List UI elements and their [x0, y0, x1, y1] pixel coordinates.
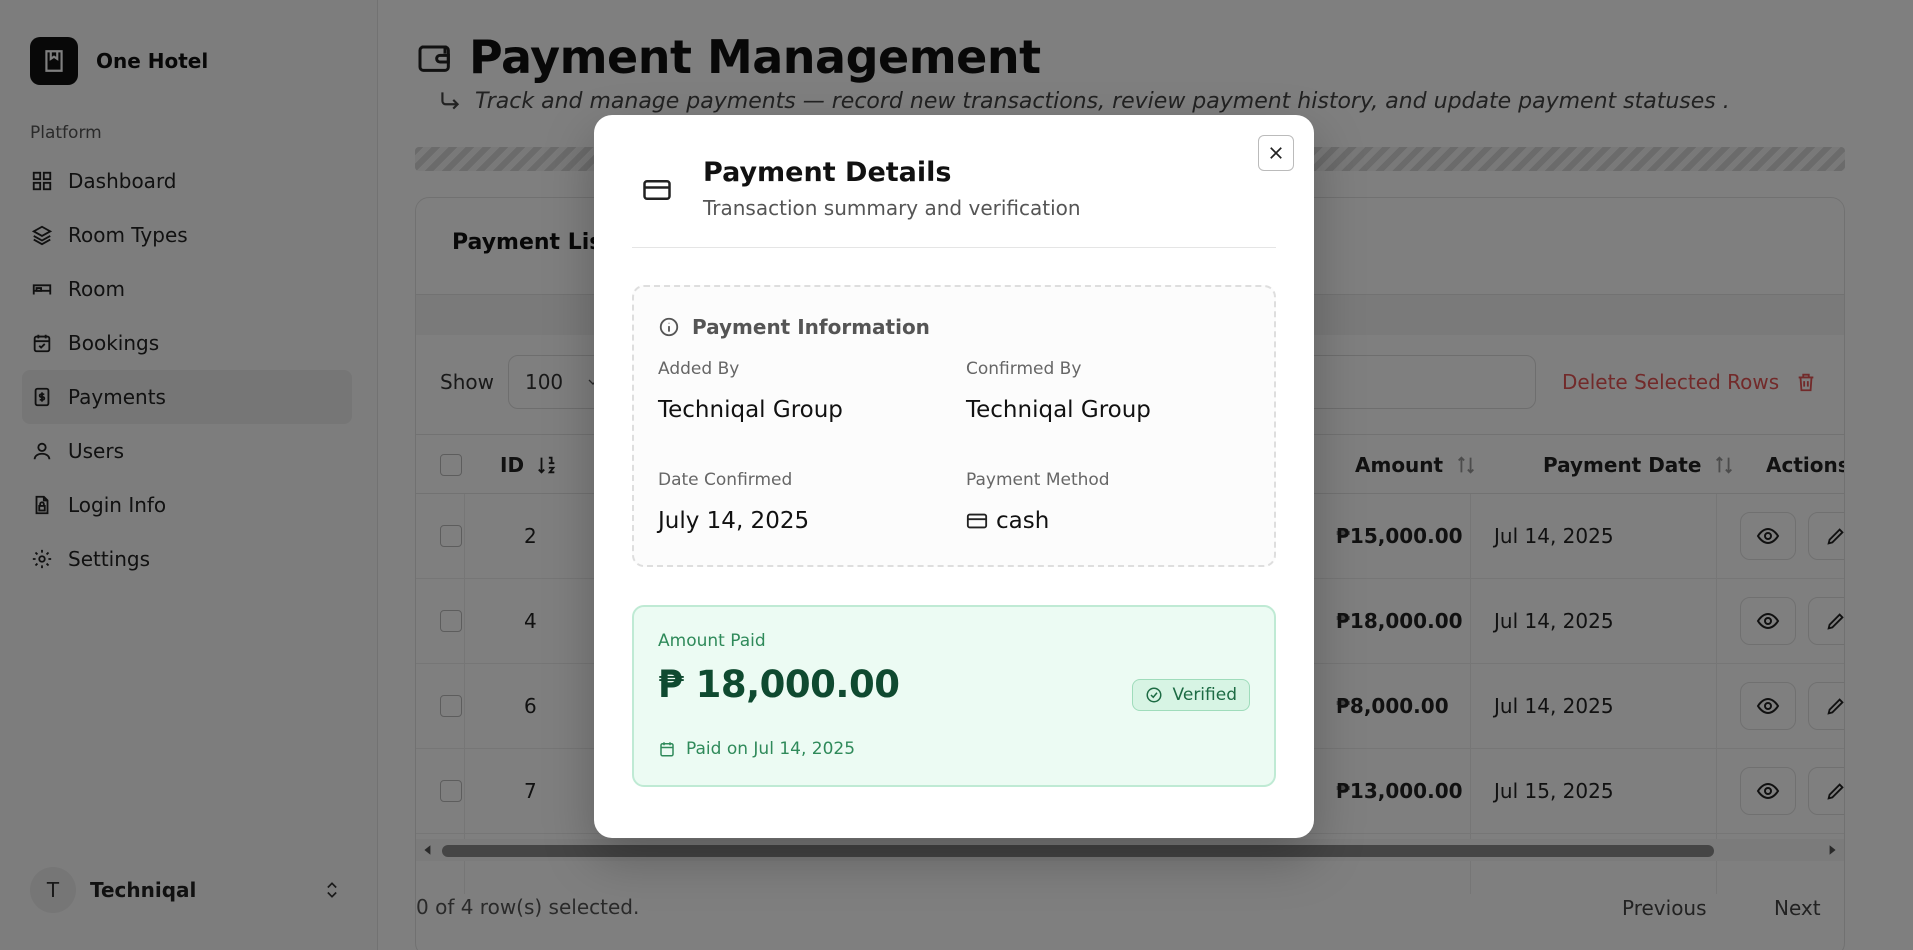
- divider: [632, 247, 1276, 248]
- payment-method-label: Payment Method: [966, 470, 1110, 490]
- payment-method-text: cash: [996, 508, 1050, 534]
- close-button[interactable]: [1258, 135, 1294, 171]
- confirmed-by-label: Confirmed By: [966, 359, 1082, 379]
- amount-paid-value: ₱ 18,000.00: [658, 663, 900, 706]
- date-confirmed-label: Date Confirmed: [658, 470, 793, 490]
- paid-on-row: Paid on Jul 14, 2025: [658, 739, 855, 759]
- status-text: Verified: [1172, 685, 1237, 705]
- check-circle-icon: [1145, 686, 1163, 704]
- payment-method-value: cash: [966, 508, 1049, 534]
- info-heading: Payment Information: [658, 315, 930, 339]
- calendar-icon: [658, 740, 676, 758]
- status-badge: Verified: [1131, 679, 1250, 711]
- payment-details-modal: Payment Details Transaction summary and …: [594, 115, 1314, 838]
- credit-card-icon: [642, 175, 672, 205]
- close-icon: [1267, 144, 1285, 162]
- credit-card-icon: [966, 510, 988, 532]
- date-confirmed-value: July 14, 2025: [658, 508, 810, 534]
- modal-title: Payment Details: [703, 157, 952, 188]
- modal-subtitle: Transaction summary and verification: [703, 196, 1081, 220]
- added-by-label: Added By: [658, 359, 740, 379]
- info-icon: [658, 316, 680, 338]
- paid-on-text: Paid on Jul 14, 2025: [686, 739, 856, 759]
- confirmed-by-value: Techniqal Group: [966, 397, 1151, 423]
- amount-paid-label: Amount Paid: [658, 631, 766, 651]
- info-heading-label: Payment Information: [692, 315, 930, 339]
- added-by-value: Techniqal Group: [658, 397, 843, 423]
- amount-paid-card: Amount Paid ₱ 18,000.00 Verified Paid on…: [632, 605, 1276, 787]
